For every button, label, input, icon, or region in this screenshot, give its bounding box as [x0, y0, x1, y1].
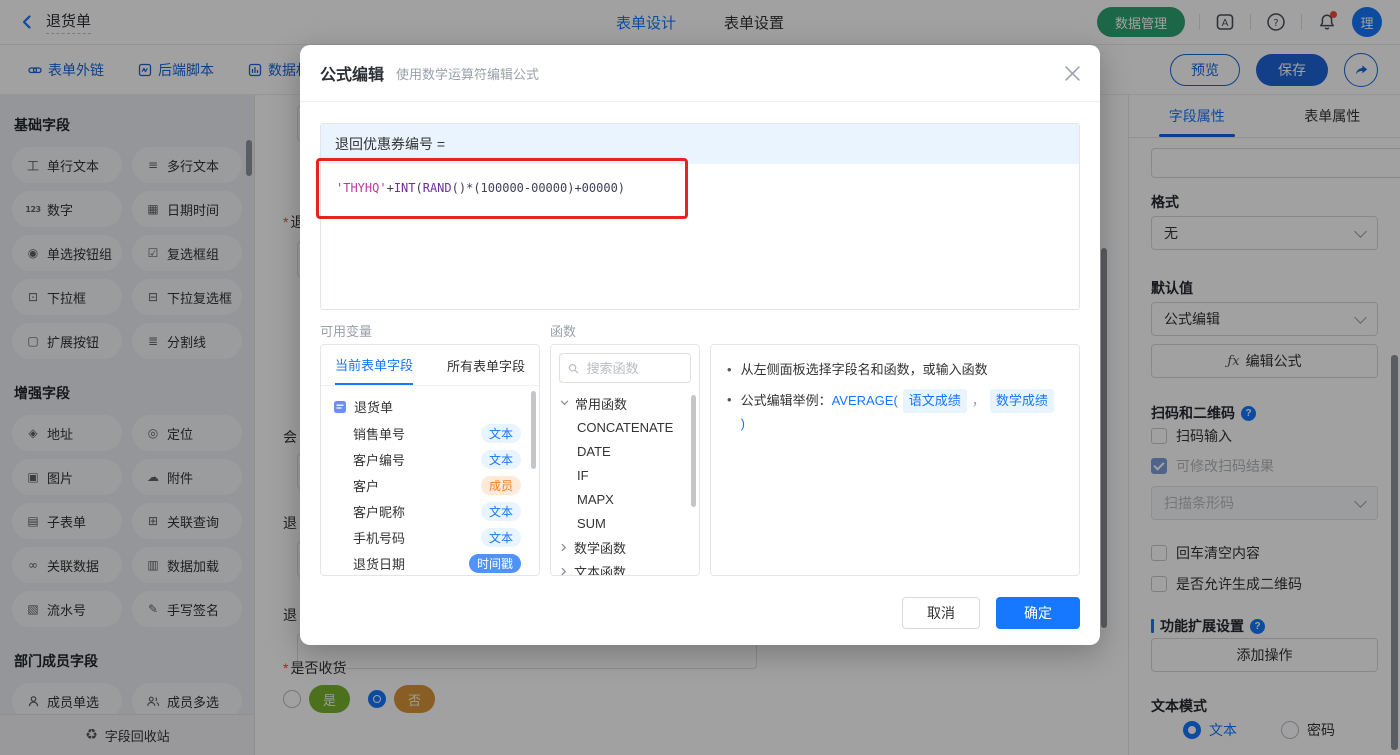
chevron-right-icon: [561, 543, 567, 551]
cancel-button[interactable]: 取消: [902, 597, 980, 629]
close-icon: [1065, 65, 1080, 81]
type-badge: 文本: [480, 449, 521, 469]
document-icon: [334, 400, 346, 413]
help-example: • 公式编辑举例： AVERAGE(语文成绩，数学成绩): [727, 389, 1063, 435]
function-item[interactable]: DATE: [551, 439, 699, 463]
chevron-down-icon: [560, 400, 569, 406]
variables-panel: 当前表单字段 所有表单字段 退货单 销售单号 文本 客户编号 文本 客户 成员 客户昵…: [320, 344, 540, 576]
confirm-button[interactable]: 确定: [996, 597, 1080, 629]
function-item[interactable]: MAPX: [551, 487, 699, 511]
variable-row[interactable]: 客户编号 文本: [329, 446, 531, 472]
type-badge: 成员: [480, 475, 521, 495]
variable-row[interactable]: 手机号码 文本: [329, 524, 531, 550]
tab-current-form-fields[interactable]: 当前表单字段: [335, 345, 414, 385]
example-field-badge: 语文成绩: [902, 389, 967, 413]
variable-row[interactable]: 客户昵称 文本: [329, 498, 531, 524]
modal-subtitle: 使用数学运算符编辑公式: [396, 66, 540, 82]
variable-row[interactable]: 退货日期 时间戳: [329, 550, 531, 575]
formula-highlight-box: [316, 158, 688, 219]
function-item[interactable]: SUM: [551, 511, 699, 535]
type-badge: 文本: [480, 501, 521, 521]
function-group-text[interactable]: 文本函数: [551, 559, 699, 575]
functions-label: 函数: [550, 324, 577, 339]
type-badge: 文本: [480, 423, 521, 443]
variable-row[interactable]: 客户 成员: [329, 472, 531, 498]
chevron-right-icon: [561, 567, 567, 575]
help-tip: • 从左侧面板选择字段名和函数，或输入函数: [727, 359, 1063, 381]
formula-help-panel: • 从左侧面板选择字段名和函数，或输入函数 • 公式编辑举例： AVERAGE(语…: [710, 344, 1080, 576]
function-search-input[interactable]: [584, 359, 682, 377]
formula-edit-modal: 公式编辑 使用数学运算符编辑公式 退回优惠券编号 = 'THYHQ'+INT(R…: [300, 45, 1100, 645]
variable-row[interactable]: 销售单号 文本: [329, 420, 531, 446]
function-search: [559, 353, 691, 383]
type-badge: 文本: [480, 527, 521, 547]
bullet: •: [727, 392, 732, 407]
screen: 退货单 表单设计 表单设置 数据管理 A ? 理 表单外链 后端脚本 数据权 预…: [0, 0, 1400, 755]
close-button[interactable]: [1065, 65, 1080, 81]
type-badge: 时间戳: [468, 553, 521, 573]
function-group-common[interactable]: 常用函数: [551, 391, 699, 415]
functions-panel: 常用函数 CONCATENATE DATE IF MAPX SUM 数学函数 文…: [550, 344, 700, 576]
functions-scrollbar[interactable]: [691, 395, 696, 507]
modal-header: 公式编辑 使用数学运算符编辑公式: [300, 45, 1100, 102]
variables-form-node[interactable]: 退货单: [329, 393, 531, 420]
variables-label: 可用变量: [320, 324, 373, 339]
bullet: •: [727, 362, 732, 377]
function-item[interactable]: IF: [551, 463, 699, 487]
tab-all-form-fields[interactable]: 所有表单字段: [447, 356, 525, 375]
modal-title: 公式编辑: [320, 67, 385, 84]
function-group-math[interactable]: 数学函数: [551, 535, 699, 559]
search-icon: [568, 363, 579, 373]
example-field-badge: 数学成绩: [989, 389, 1054, 413]
function-item[interactable]: CONCATENATE: [551, 415, 699, 439]
variables-scrollbar[interactable]: [531, 391, 536, 469]
